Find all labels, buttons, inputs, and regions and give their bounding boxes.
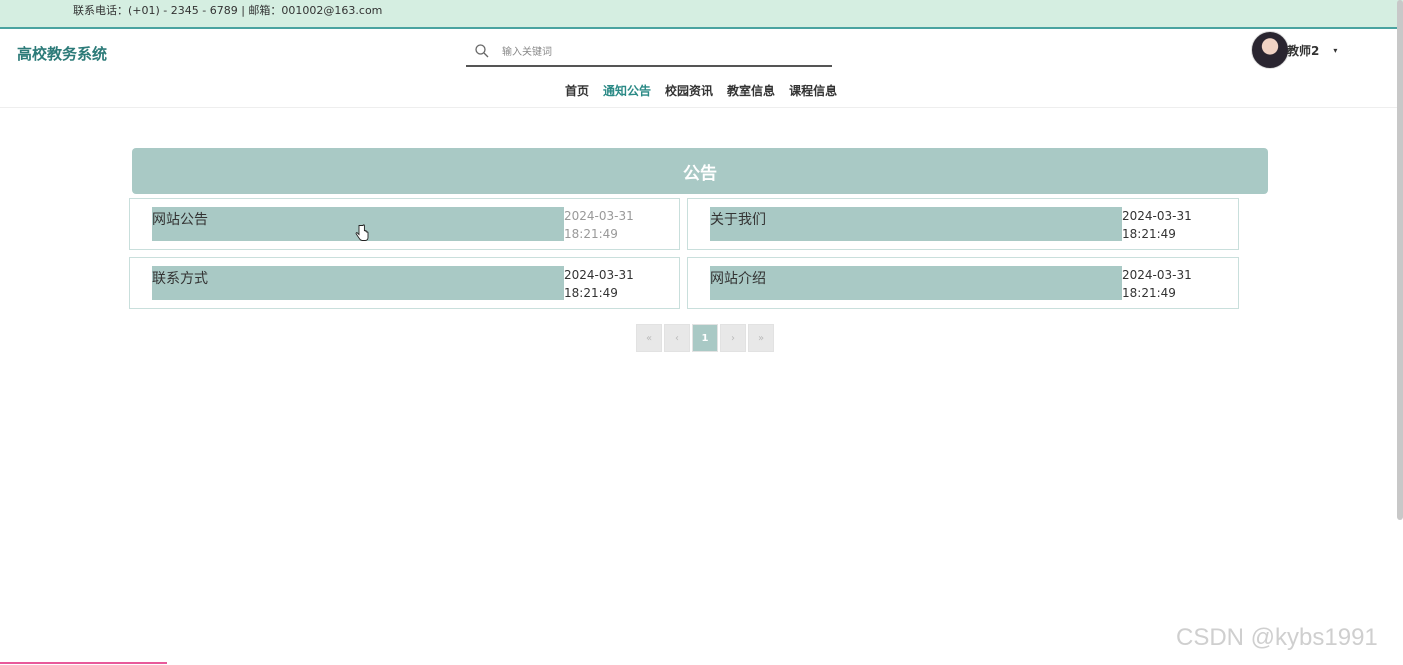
nav-campus-news[interactable]: 校园资讯 xyxy=(665,82,713,99)
notice-date-day: 2024-03-31 xyxy=(564,268,634,282)
site-title[interactable]: 高校教务系统 xyxy=(17,43,107,64)
hand-cursor-icon xyxy=(355,224,369,241)
nav-classroom-info[interactable]: 教室信息 xyxy=(727,82,775,99)
search-box xyxy=(466,39,832,67)
first-page-button[interactable]: « xyxy=(636,324,662,352)
notice-date-time: 18:21:49 xyxy=(1122,286,1176,300)
notice-date: 2024-03-31 18:21:49 xyxy=(1122,266,1202,302)
top-contact-bar: 联系电话：(+01) - 2345 - 6789 | 邮箱：001002@163… xyxy=(0,0,1403,29)
notice-title[interactable]: 网站公告 xyxy=(152,209,208,229)
site-header: 高校教务系统 教师2 ▾ 首页 通知公告 校园资讯 教室信息 课程信息 xyxy=(0,29,1403,108)
contact-info: 联系电话：(+01) - 2345 - 6789 | 邮箱：001002@163… xyxy=(73,4,383,17)
pagination: « ‹ 1 › » xyxy=(636,324,774,352)
notice-title[interactable]: 网站介绍 xyxy=(710,268,766,288)
notice-date-day: 2024-03-31 xyxy=(1122,268,1192,282)
notice-date: 2024-03-31 18:21:49 xyxy=(564,266,644,302)
notice-date-day: 2024-03-31 xyxy=(1122,209,1192,223)
chevron-down-icon[interactable]: ▾ xyxy=(1333,46,1337,55)
notice-card[interactable]: 联系方式 2024-03-31 18:21:49 xyxy=(129,257,680,309)
notice-title[interactable]: 关于我们 xyxy=(710,209,766,229)
notice-date: 2024-03-31 18:21:49 xyxy=(1122,207,1202,243)
notice-section-heading: 公告 xyxy=(132,148,1268,194)
notice-date-time: 18:21:49 xyxy=(1122,227,1176,241)
next-page-button[interactable]: › xyxy=(720,324,746,352)
avatar[interactable] xyxy=(1251,31,1289,69)
page-1-button[interactable]: 1 xyxy=(692,324,718,352)
search-icon[interactable] xyxy=(474,43,490,59)
main-nav: 首页 通知公告 校园资讯 教室信息 课程信息 xyxy=(565,82,837,99)
notice-card[interactable]: 关于我们 2024-03-31 18:21:49 xyxy=(687,198,1239,250)
last-page-button[interactable]: » xyxy=(748,324,774,352)
notice-card[interactable]: 网站公告 2024-03-31 18:21:49 xyxy=(129,198,680,250)
scrollbar[interactable] xyxy=(1397,0,1403,520)
notice-title[interactable]: 联系方式 xyxy=(152,268,208,288)
user-name[interactable]: 教师2 xyxy=(1287,42,1319,59)
nav-notices[interactable]: 通知公告 xyxy=(603,82,651,99)
notice-date-time: 18:21:49 xyxy=(564,286,618,300)
notice-date: 2024-03-31 18:21:49 xyxy=(564,207,644,243)
search-input[interactable] xyxy=(500,41,824,63)
notice-date-day: 2024-03-31 xyxy=(564,209,634,223)
notice-card[interactable]: 网站介绍 2024-03-31 18:21:49 xyxy=(687,257,1239,309)
user-menu[interactable]: 教师2 ▾ xyxy=(1251,31,1337,69)
nav-course-info[interactable]: 课程信息 xyxy=(789,82,837,99)
progress-line xyxy=(0,662,167,664)
watermark: CSDN @kybs1991 xyxy=(1176,624,1378,651)
notice-title-bar xyxy=(710,266,1122,300)
notice-date-time: 18:21:49 xyxy=(564,227,618,241)
nav-home[interactable]: 首页 xyxy=(565,82,589,99)
notice-title-bar xyxy=(152,266,564,300)
prev-page-button[interactable]: ‹ xyxy=(664,324,690,352)
notice-title-bar xyxy=(710,207,1122,241)
